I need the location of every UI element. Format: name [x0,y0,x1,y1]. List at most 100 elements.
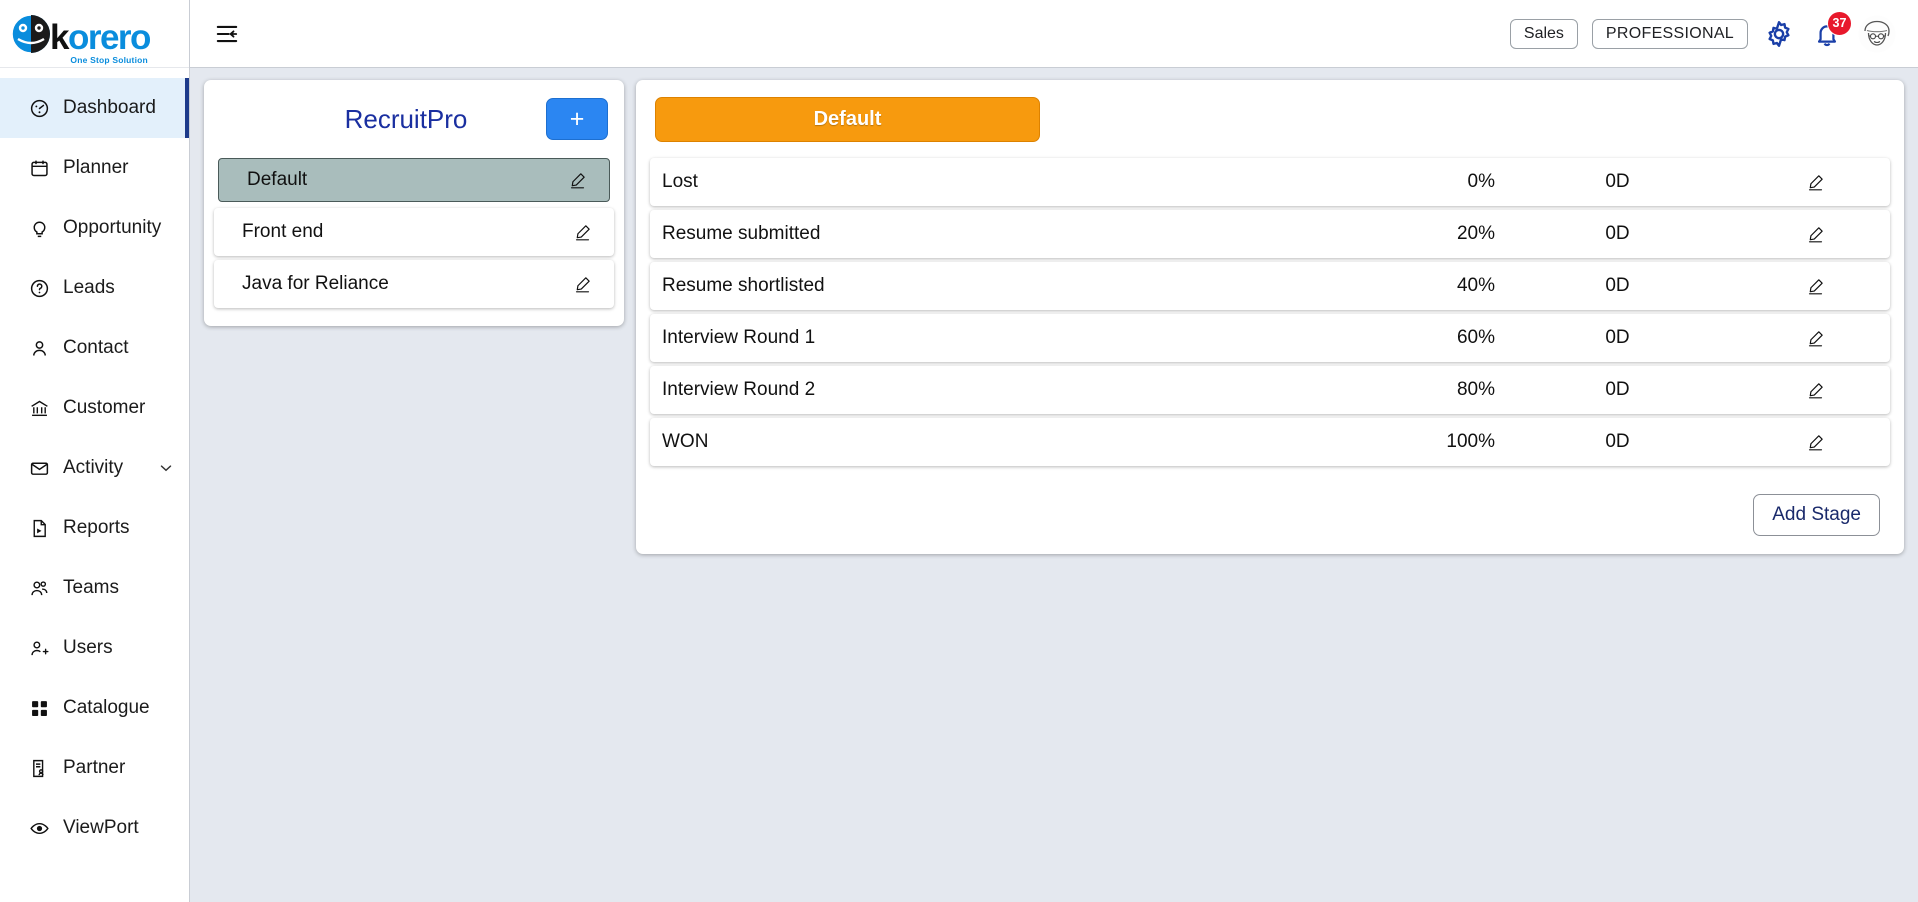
sidebar-item-contact[interactable]: Contact [0,318,189,378]
bank-icon [28,397,50,419]
notification-badge: 37 [1827,10,1852,36]
sidebar-item-dashboard[interactable]: Dashboard [0,78,189,138]
module-selector[interactable]: Sales [1509,18,1578,49]
stage-panel: Default Lost 0% 0D Resume submitted 20% … [636,80,1904,554]
speedometer-icon [28,97,50,119]
pencil-icon[interactable] [1740,277,1890,296]
app-root: korero One Stop Solution Dashboard Plann… [0,0,1918,902]
page-title: RecruitPro [344,103,468,134]
logo-text-k: k [50,18,69,58]
add-pipeline-button[interactable]: + [546,98,608,140]
list-item[interactable]: Default [218,158,610,202]
stage-panel-footer: Add Stage [650,470,1890,536]
sidebar: korero One Stop Solution Dashboard Plann… [0,0,190,902]
stage-name: Interview Round 2 [662,379,816,400]
pencil-icon[interactable] [573,223,592,242]
sidebar-nav: Dashboard Planner Opportunity Leads Cont… [0,68,189,902]
workspace: RecruitPro + Default Front end Java for … [190,68,1918,902]
stage-percent: 80% [1456,379,1495,400]
bell-icon[interactable]: 37 [1810,10,1852,51]
stage-duration: 0D [1605,223,1630,244]
table-row[interactable]: Resume shortlisted 40% 0D [650,262,1890,310]
korero-globe-icon [10,13,52,55]
stage-duration: 0D [1605,327,1630,348]
document-person-icon [28,757,50,779]
plan-badge[interactable]: PROFESSIONAL [1591,18,1748,49]
gear-icon[interactable] [1762,17,1796,51]
stage-name: Resume submitted [662,223,821,244]
person-add-icon [28,637,50,659]
stage-duration: 0D [1605,171,1630,192]
stage-name: Lost [662,171,698,192]
top-bar: Sales PROFESSIONAL 37 [190,0,1918,68]
person-icon [28,337,50,359]
pencil-icon[interactable] [568,171,587,190]
pipeline-panel-header: RecruitPro + [214,92,614,156]
sidebar-item-catalogue[interactable]: Catalogue [0,678,189,738]
pipeline-panel: RecruitPro + Default Front end Java for … [204,80,624,326]
pencil-icon[interactable] [1740,433,1890,452]
stage-duration: 0D [1605,431,1630,452]
sidebar-item-partner[interactable]: Partner [0,738,189,798]
table-row[interactable]: Resume submitted 20% 0D [650,210,1890,258]
sidebar-item-label: Partner [63,757,126,778]
brand-logo[interactable]: korero One Stop Solution [0,0,189,68]
sidebar-item-label: Planner [63,157,129,178]
stage-name: WON [662,431,709,452]
collapse-sidebar-icon[interactable] [210,17,244,51]
pipeline-item-label: Front end [242,221,324,242]
stage-percent: 60% [1456,327,1495,348]
pencil-icon[interactable] [1740,329,1890,348]
pipeline-item-label: Java for Reliance [242,273,389,294]
list-item[interactable]: Java for Reliance [214,260,614,308]
grid-icon [28,697,50,719]
calendar-icon [28,157,50,179]
sidebar-item-activity[interactable]: Activity [0,438,189,498]
sidebar-item-label: Activity [63,457,124,478]
main-region: Sales PROFESSIONAL 37 RecruitPro + Defau… [190,0,1918,902]
pencil-icon[interactable] [1740,225,1890,244]
sidebar-item-label: Users [63,637,113,658]
avatar[interactable] [1858,14,1896,53]
sidebar-item-viewport[interactable]: ViewPort [0,798,189,858]
envelope-icon [28,457,50,479]
people-icon [28,577,50,599]
logo-text-orero: orero [67,18,151,58]
stage-percent: 100% [1446,431,1495,452]
sidebar-item-label: Teams [63,577,119,598]
file-chart-icon [28,517,50,539]
stage-name: Resume shortlisted [662,275,825,296]
pencil-icon[interactable] [573,275,592,294]
sidebar-item-label: Leads [63,277,115,298]
sidebar-item-users[interactable]: Users [0,618,189,678]
add-stage-button[interactable]: Add Stage [1753,494,1880,536]
pipeline-item-label: Default [247,169,308,190]
sidebar-item-label: Dashboard [63,97,156,118]
table-row[interactable]: Interview Round 1 60% 0D [650,314,1890,362]
list-item[interactable]: Front end [214,208,614,256]
stage-percent: 20% [1456,223,1495,244]
chevron-down-icon[interactable] [157,459,175,477]
sidebar-item-customer[interactable]: Customer [0,378,189,438]
top-bar-actions: Sales PROFESSIONAL 37 [1509,10,1896,53]
table-row[interactable]: WON 100% 0D [650,418,1890,466]
pencil-icon[interactable] [1740,381,1890,400]
eye-icon [28,817,50,839]
stage-percent: 0% [1467,171,1495,192]
sidebar-item-teams[interactable]: Teams [0,558,189,618]
sidebar-item-reports[interactable]: Reports [0,498,189,558]
stage-percent: 40% [1456,275,1495,296]
sidebar-item-label: Contact [63,337,129,358]
sidebar-item-opportunity[interactable]: Opportunity [0,198,189,258]
sidebar-item-label: ViewPort [63,817,139,838]
tab-default[interactable]: Default [655,97,1040,142]
sidebar-item-label: Reports [63,517,130,538]
table-row[interactable]: Lost 0% 0D [650,158,1890,206]
pencil-icon[interactable] [1740,173,1890,192]
sidebar-item-leads[interactable]: Leads [0,258,189,318]
table-row[interactable]: Interview Round 2 80% 0D [650,366,1890,414]
sidebar-item-planner[interactable]: Planner [0,138,189,198]
stage-duration: 0D [1605,275,1630,296]
sidebar-item-label: Catalogue [63,697,150,718]
stage-duration: 0D [1605,379,1630,400]
